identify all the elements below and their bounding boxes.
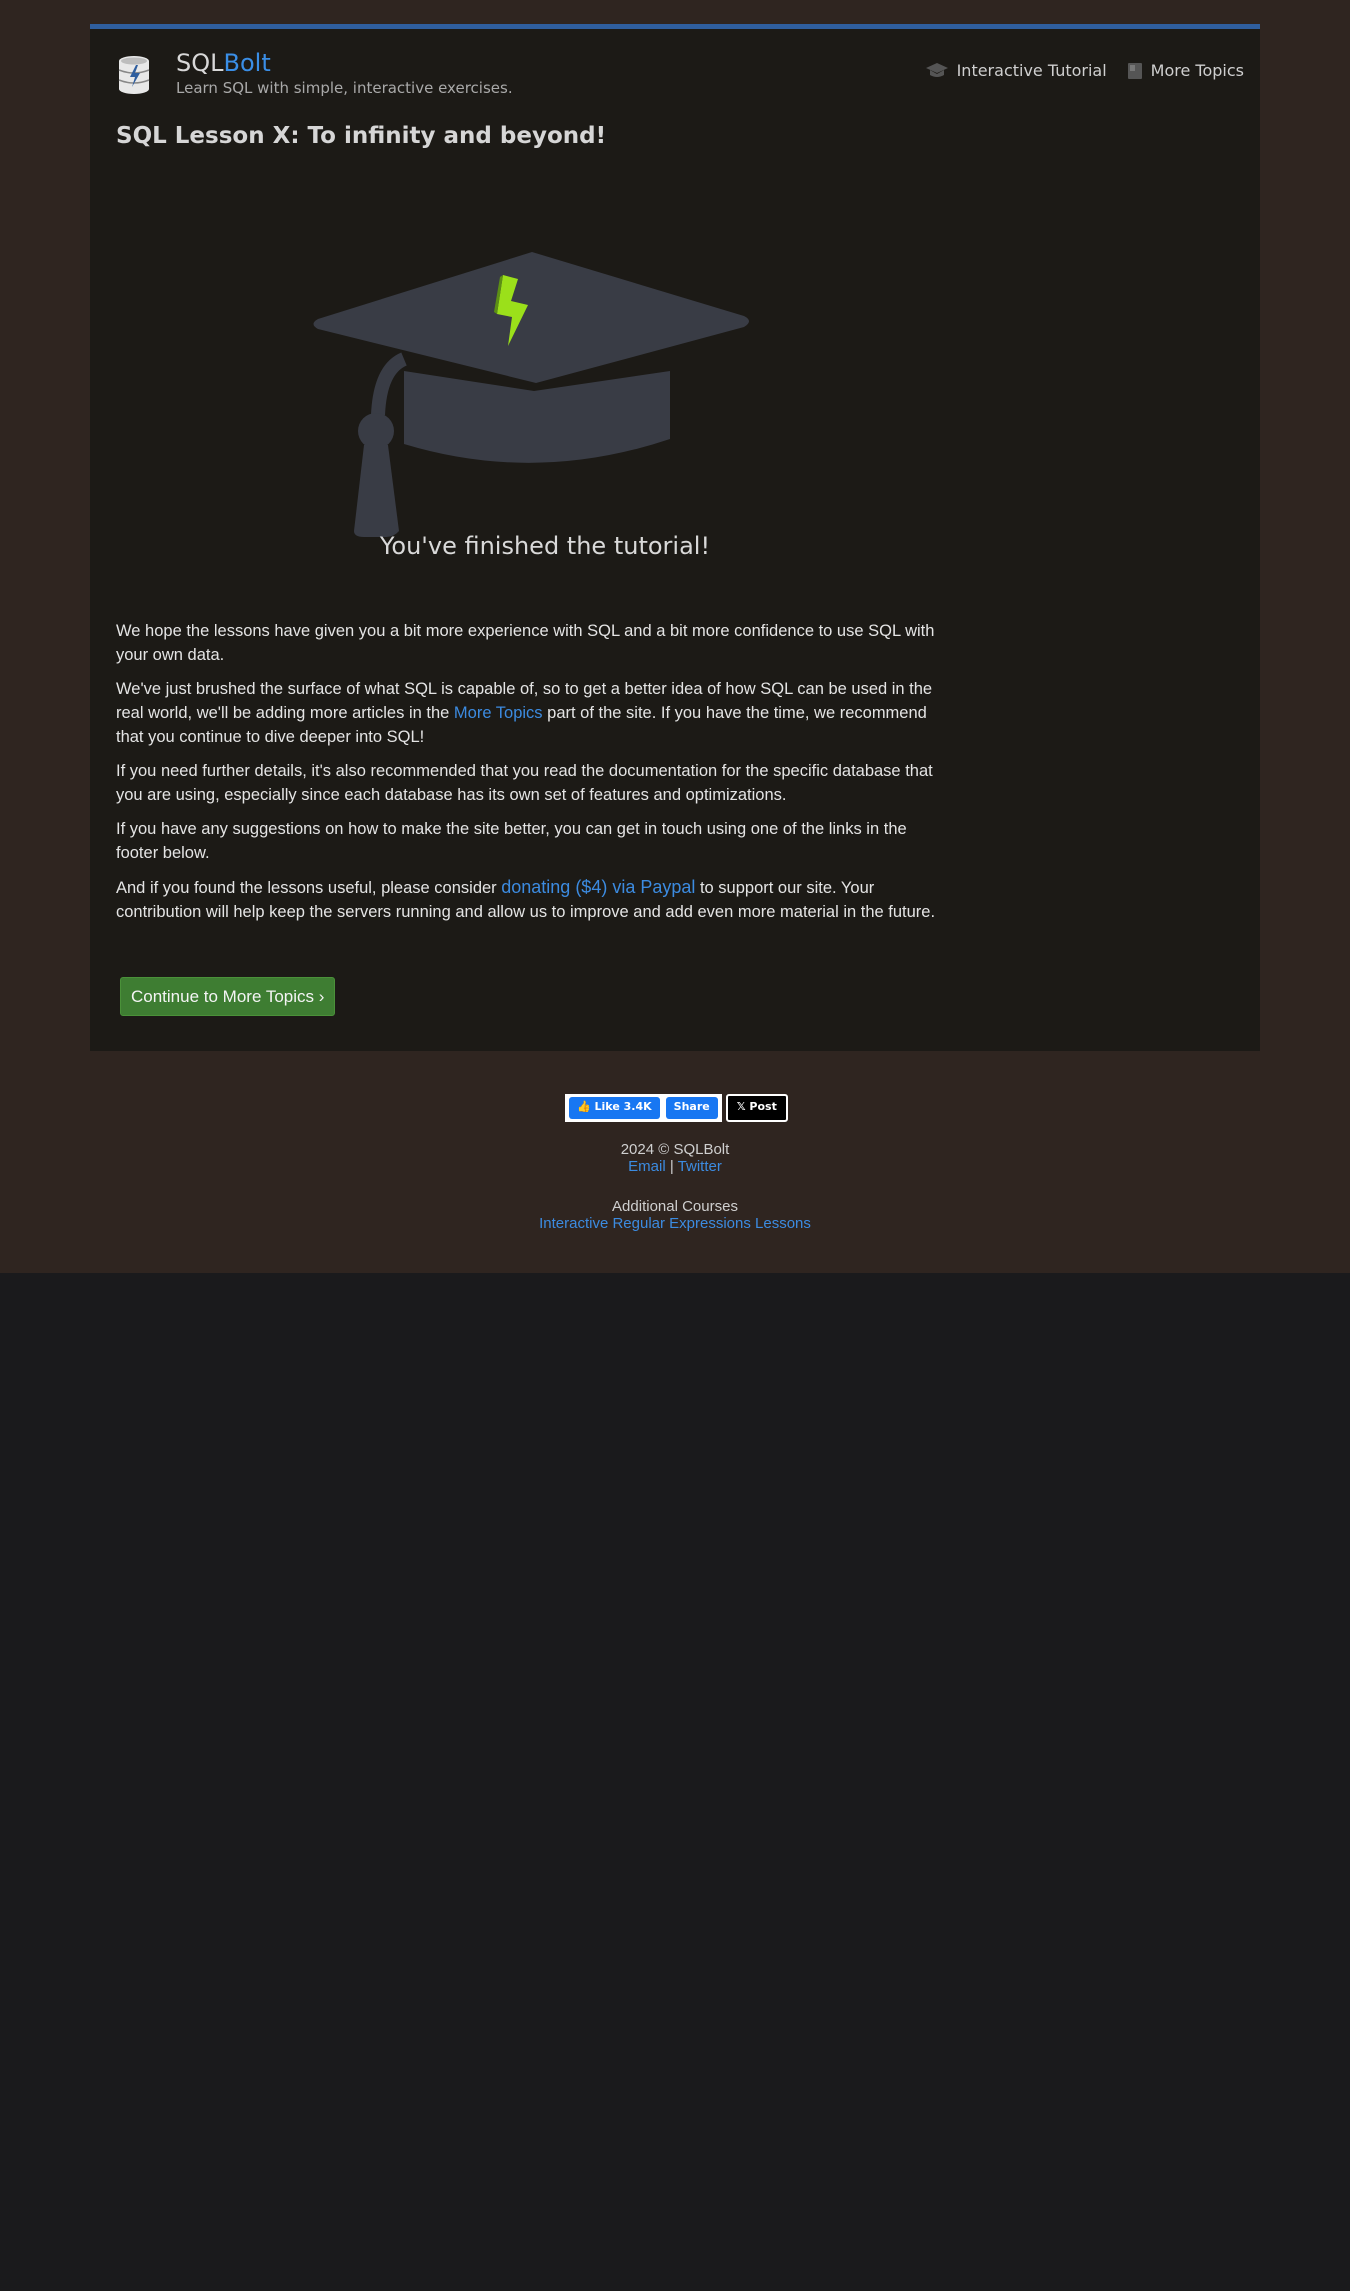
donate-paypal-link[interactable]: donating ($4) via Paypal	[501, 877, 695, 897]
more-topics-link[interactable]: More Topics	[454, 704, 543, 722]
nav-label: Interactive Tutorial	[956, 61, 1107, 80]
footer-links: Email | Twitter	[628, 1158, 722, 1175]
footer-copyright: 2024 © SQLBolt Email | Twitter	[0, 1141, 1350, 1175]
facebook-like-button[interactable]: 👍 Like 3.4K	[569, 1097, 660, 1119]
page-background: SQLBolt Learn SQL with simple, interacti…	[0, 0, 1350, 1273]
footer-courses: Additional Courses Interactive Regular E…	[0, 1198, 1350, 1232]
nav-interactive-tutorial[interactable]: Interactive Tutorial	[925, 61, 1107, 80]
social-buttons: 👍 Like 3.4K Share 𝕏 Post	[565, 1094, 788, 1122]
continue-button[interactable]: Continue to More Topics ›	[120, 977, 336, 1016]
x-post-button[interactable]: 𝕏 Post	[725, 1094, 788, 1122]
brand-tagline: Learn SQL with simple, interactive exerc…	[176, 79, 513, 97]
brand-name[interactable]: SQLBolt	[176, 49, 271, 77]
database-logo-icon[interactable]	[116, 53, 152, 97]
paragraph: If you have any suggestions on how to ma…	[116, 820, 907, 862]
facebook-widget: 👍 Like 3.4K Share	[565, 1094, 722, 1122]
email-link[interactable]: Email	[628, 1158, 666, 1175]
page-title: SQL Lesson X: To infinity and beyond!	[116, 123, 607, 149]
paragraph: We hope the lessons have given you a bit…	[116, 622, 935, 664]
hero-caption: You've finished the tutorial!	[379, 532, 711, 560]
graduation-cap-illustration-icon	[313, 252, 749, 537]
nav-more-topics[interactable]: More Topics	[1127, 61, 1244, 80]
additional-courses-label: Additional Courses	[612, 1198, 738, 1215]
nav-label: More Topics	[1150, 61, 1244, 80]
regex-lessons-link[interactable]: Interactive Regular Expressions Lessons	[539, 1215, 811, 1232]
paragraph: And if you found the lessons useful, ple…	[116, 877, 936, 921]
paragraph: If you need further details, it's also r…	[116, 762, 933, 804]
paragraph: We've just brushed the surface of what S…	[116, 680, 933, 746]
lesson-content: We hope the lessons have given you a bit…	[116, 619, 936, 934]
twitter-link[interactable]: Twitter	[678, 1158, 722, 1175]
book-icon	[1127, 62, 1142, 79]
graduation-cap-icon	[925, 62, 948, 77]
top-nav: Interactive Tutorial More Topics	[925, 61, 1244, 80]
main-card: SQLBolt Learn SQL with simple, interacti…	[90, 24, 1260, 1051]
facebook-share-button[interactable]: Share	[665, 1097, 718, 1119]
